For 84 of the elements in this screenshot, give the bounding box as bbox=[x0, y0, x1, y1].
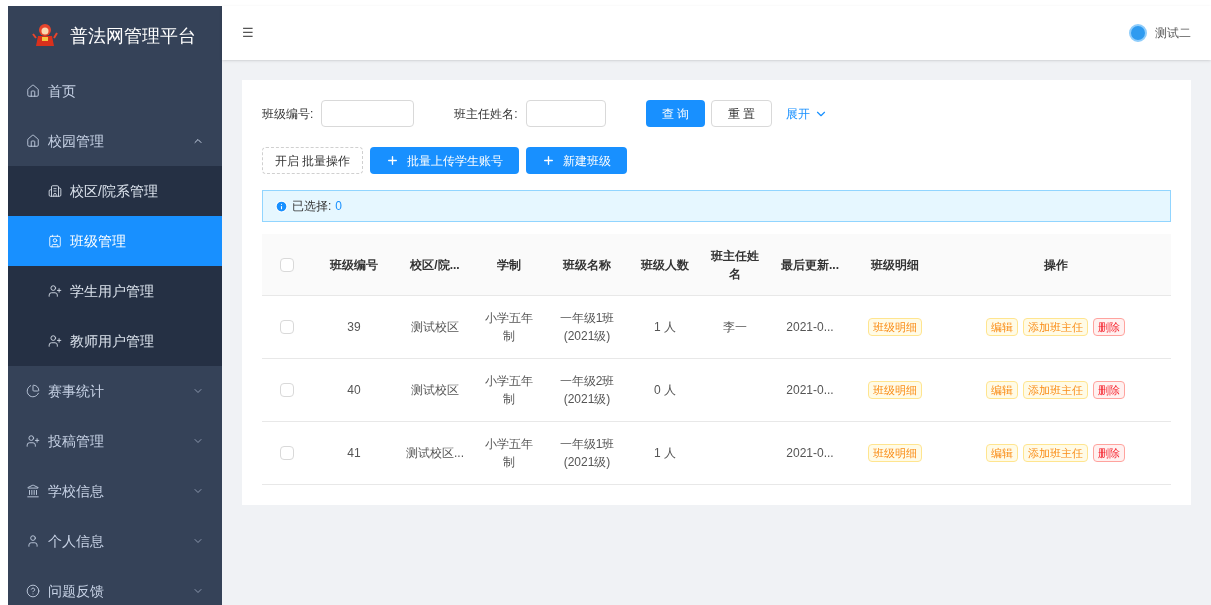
submenu-item[interactable]: 校区/院系管理 bbox=[8, 166, 222, 216]
column-header: 校区/院... bbox=[410, 256, 460, 274]
building-icon bbox=[48, 184, 62, 198]
selection-label: 已选择: bbox=[292, 198, 332, 215]
avatar-icon bbox=[1129, 24, 1147, 42]
filter-label: 班级编号: bbox=[262, 105, 314, 123]
delete-tag[interactable]: 删除 bbox=[1093, 444, 1125, 462]
table-cell-text: 小学五年制 bbox=[484, 436, 534, 471]
action-tag[interactable]: 编辑 bbox=[986, 444, 1018, 462]
action-tag[interactable]: 添加班主任 bbox=[1023, 381, 1088, 399]
add-button[interactable]: 新建班级 bbox=[526, 147, 628, 174]
menu-item[interactable]: 学校信息 bbox=[8, 466, 222, 516]
detail-tag[interactable]: 班级明细 bbox=[868, 318, 922, 336]
home-icon bbox=[26, 134, 40, 148]
delete-tag[interactable]: 删除 bbox=[1093, 381, 1125, 399]
submenu-item[interactable]: 教师用户管理 bbox=[8, 316, 222, 366]
column-header: 班级编号 bbox=[330, 256, 378, 274]
table-cell-text: 李一 bbox=[723, 319, 747, 336]
column-header: 班主任姓名 bbox=[711, 247, 759, 283]
action-tag[interactable]: 编辑 bbox=[986, 381, 1018, 399]
id-card-icon bbox=[48, 234, 62, 248]
action-tag[interactable]: 添加班主任 bbox=[1023, 444, 1088, 462]
table-cell-text: 1 人 bbox=[654, 319, 676, 336]
user-name[interactable]: 测试二 bbox=[1155, 24, 1191, 42]
building-icon bbox=[26, 484, 40, 498]
menu-item[interactable]: 首页 bbox=[8, 66, 222, 116]
action-tag[interactable]: 编辑 bbox=[986, 318, 1018, 336]
filter-input[interactable] bbox=[321, 100, 415, 127]
table-cell-text: 2021-0... bbox=[786, 445, 834, 462]
info-icon bbox=[275, 199, 288, 213]
detail-tag[interactable]: 班级明细 bbox=[868, 381, 922, 399]
user-icon bbox=[48, 334, 62, 348]
add-button[interactable]: 批量上传学生账号 bbox=[370, 147, 520, 174]
table-cell-text: 一年级1班(2021级) bbox=[558, 310, 616, 345]
plus-icon bbox=[386, 154, 400, 167]
column-header: 操作 bbox=[1043, 256, 1068, 274]
menu-item[interactable]: 投稿管理 bbox=[8, 416, 222, 466]
column-header: 学制 bbox=[497, 256, 521, 274]
user-icon bbox=[26, 434, 40, 448]
table-cell-text: 测试校区 bbox=[411, 382, 459, 399]
row-checkbox[interactable] bbox=[280, 257, 294, 272]
delete-tag[interactable]: 删除 bbox=[1093, 318, 1125, 336]
column-header: 最后更新... bbox=[781, 256, 839, 274]
table-cell-text: 0 人 bbox=[654, 382, 676, 399]
table-cell-text: 小学五年制 bbox=[484, 373, 534, 408]
table-cell-text: 40 bbox=[347, 382, 361, 399]
row-checkbox[interactable] bbox=[280, 446, 294, 460]
table-cell-text: 一年级2班(2021级) bbox=[558, 373, 616, 408]
pie-chart-icon bbox=[26, 384, 40, 398]
table-cell-text: 一年级1班(2021级) bbox=[558, 436, 616, 471]
table-cell-text: 测试校区... bbox=[406, 445, 464, 462]
user-icon bbox=[48, 284, 62, 298]
expand-link[interactable]: 展开 bbox=[786, 104, 829, 123]
table-cell-text: 1 人 bbox=[654, 445, 676, 462]
filter-input[interactable] bbox=[525, 100, 606, 127]
submenu-item[interactable]: 班级管理 bbox=[8, 216, 222, 266]
submenu-item[interactable]: 学生用户管理 bbox=[8, 266, 222, 316]
person-icon bbox=[26, 534, 40, 548]
table-cell-text: 2021-0... bbox=[786, 382, 834, 399]
table-cell-text: 41 bbox=[347, 445, 361, 462]
filter-label: 班主任姓名: bbox=[454, 105, 518, 123]
home-icon bbox=[26, 84, 40, 98]
menu-item[interactable]: 个人信息 bbox=[8, 516, 222, 566]
search-button[interactable]: 查 询 bbox=[645, 100, 706, 127]
detail-tag[interactable]: 班级明细 bbox=[868, 444, 922, 462]
app-title: 普法网管理平台 bbox=[70, 24, 196, 48]
menu-item[interactable]: 校园管理 bbox=[8, 116, 222, 166]
batch-toggle-button[interactable]: 开启 批量操作 bbox=[262, 147, 364, 174]
row-checkbox[interactable] bbox=[280, 320, 294, 334]
action-tag[interactable]: 添加班主任 bbox=[1023, 318, 1088, 336]
plus-icon bbox=[542, 154, 556, 167]
menu-item[interactable]: 问题反馈 bbox=[8, 566, 222, 605]
column-header: 班级名称 bbox=[563, 256, 611, 274]
row-checkbox[interactable] bbox=[280, 383, 294, 397]
menu-item[interactable]: 赛事统计 bbox=[8, 366, 222, 416]
table-cell-text: 39 bbox=[347, 319, 361, 336]
table-cell-text: 2021-0... bbox=[786, 319, 834, 336]
help-icon bbox=[26, 584, 40, 598]
column-header: 班级人数 bbox=[641, 256, 689, 274]
table-cell-text: 小学五年制 bbox=[484, 310, 534, 345]
reset-button[interactable]: 重 置 bbox=[711, 100, 773, 127]
selection-count: 0 bbox=[335, 198, 343, 215]
table-cell-text: 测试校区 bbox=[411, 319, 459, 336]
column-header: 班级明细 bbox=[871, 256, 919, 274]
